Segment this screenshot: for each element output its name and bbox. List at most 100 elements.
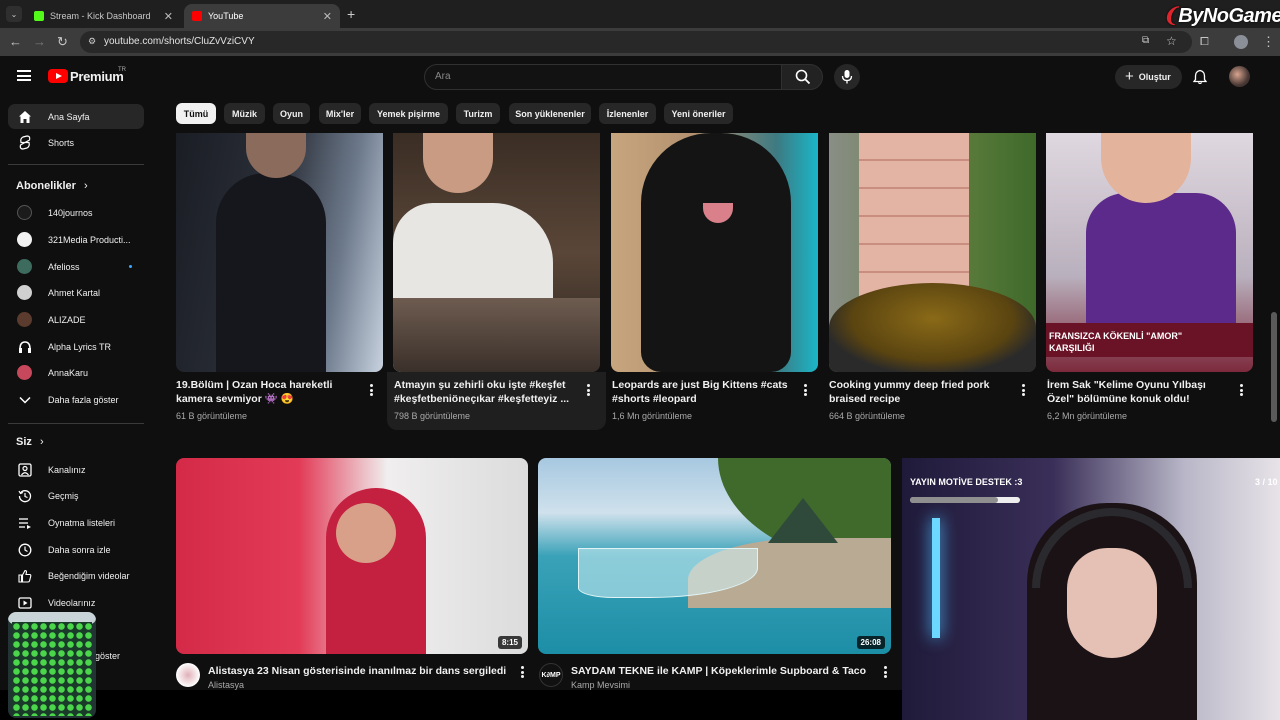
profile-icon[interactable] (1234, 35, 1248, 49)
video-menu-icon[interactable] (884, 666, 887, 678)
jar-decoration (8, 612, 96, 718)
sidebar-sub-alpha-lyrics[interactable]: Alpha Lyrics TR (8, 334, 144, 359)
chip-gaming[interactable]: Oyun (273, 103, 310, 124)
short-menu-icon[interactable] (587, 384, 590, 396)
chevron-right-icon: › (83, 180, 88, 192)
video-menu-icon[interactable] (521, 666, 524, 678)
chip-cooking[interactable]: Yemek pişirme (369, 103, 448, 124)
search-placeholder: Ara (435, 71, 451, 82)
sidebar-sub-140journos[interactable]: 140journos (8, 200, 144, 225)
headphones-avatar-icon (17, 339, 32, 354)
sidebar-sub-alizade[interactable]: ALIZADE (8, 307, 144, 332)
brand-watermark: ❨ByNoGame (1162, 3, 1280, 28)
sidebar-item-label: Videolarınız (48, 597, 96, 608)
sidebar-sub-afelioss[interactable]: Afelioss (8, 254, 144, 279)
video-channel[interactable]: Kamp Mevsimi (571, 680, 630, 690)
person-face (246, 133, 306, 178)
short-title[interactable]: İrem Sak "Kelime Oyunu Yılbaşı Özel" böl… (1047, 378, 1232, 406)
led-light (932, 518, 940, 638)
bookmark-star-icon[interactable]: ☆ (1166, 34, 1177, 48)
video-thumbnail-1[interactable]: 8:15 (176, 458, 528, 654)
chip-watched[interactable]: İzlenenler (599, 103, 656, 124)
logo-text[interactable]: Premium (70, 69, 124, 84)
sidebar-item-history[interactable]: Geçmiş (8, 483, 144, 508)
sidebar-item-watch-later[interactable]: Daha sonra izle (8, 537, 144, 562)
install-app-icon[interactable]: ⧉ (1142, 35, 1149, 46)
sidebar-item-label: AnnaKaru (48, 367, 89, 378)
create-button[interactable]: + Oluştur (1115, 65, 1182, 89)
sidebar-item-label-partial[interactable]: göster (95, 651, 120, 661)
video-title[interactable]: SAYDAM TEKNE ile KAMP | Köpeklerimle Sup… (571, 664, 871, 678)
chip-recently-uploaded[interactable]: Son yüklenenler (509, 103, 591, 124)
url-text: youtube.com/shorts/CluZvVziCVY (104, 36, 255, 47)
video-thumbnail-2[interactable]: 26:08 (538, 458, 891, 654)
search-input[interactable]: Ara (424, 64, 782, 90)
channel-avatar (17, 312, 32, 327)
short-menu-icon[interactable] (1022, 384, 1025, 396)
chip-new-recommendations[interactable]: Yeni öneriler (664, 103, 733, 124)
sidebar-item-playlists[interactable]: Oynatma listeleri (8, 510, 144, 535)
sidebar-item-label: Ana Sayfa (48, 111, 90, 122)
channel-avatar[interactable]: K∂MP (539, 663, 563, 687)
notifications-bell-icon[interactable] (1193, 69, 1207, 85)
you-heading[interactable]: Siz › (16, 436, 44, 448)
subscriptions-heading[interactable]: Abonelikler › (16, 180, 88, 192)
tab-title: Stream - Kick Dashboard (50, 11, 151, 21)
voice-search-button[interactable] (834, 64, 860, 90)
video-title[interactable]: Alistasya 23 Nisan gösterisinde inanılma… (208, 664, 508, 678)
video-channel[interactable]: Alistasya (208, 680, 244, 690)
short-menu-icon[interactable] (1240, 384, 1243, 396)
goal-counter: 3 / 10 (1255, 477, 1278, 487)
youtube-logo-icon[interactable] (48, 69, 68, 83)
channel-avatar (17, 285, 32, 300)
person-dress (1086, 193, 1236, 343)
chip-music[interactable]: Müzik (224, 103, 265, 124)
sidebar-sub-annakaru[interactable]: AnnaKaru (8, 360, 144, 385)
address-bar[interactable]: ⚙ youtube.com/shorts/CluZvVziCVY ⧉ ☆ (80, 31, 1192, 53)
history-icon (17, 488, 32, 503)
sidebar-sub-321media[interactable]: 321Media Producti... (8, 227, 144, 252)
dancer-face (336, 503, 396, 563)
sidebar-item-liked-videos[interactable]: Beğendiğim videolar (8, 563, 144, 588)
short-thumbnail-2[interactable] (393, 133, 600, 372)
site-info-icon[interactable]: ⚙ (88, 36, 96, 47)
tab-youtube[interactable]: YouTube ✕ (184, 4, 340, 28)
sidebar-item-shorts[interactable]: Shorts (8, 130, 144, 155)
search-button[interactable] (781, 64, 823, 90)
clock-icon (17, 542, 32, 557)
chip-all[interactable]: Tümü (176, 103, 216, 124)
extensions-icon[interactable]: ⧠ (1200, 35, 1209, 49)
stream-canvas-bottom (0, 690, 902, 720)
short-menu-icon[interactable] (804, 384, 807, 396)
menu-kebab-icon[interactable]: ⋮ (1262, 35, 1275, 49)
sidebar-sub-ahmet-kartal[interactable]: Ahmet Kartal (8, 280, 144, 305)
short-menu-icon[interactable] (370, 384, 373, 396)
short-thumbnail-4[interactable] (829, 133, 1036, 372)
short-thumbnail-3[interactable] (611, 133, 818, 372)
short-title[interactable]: Leopards are just Big Kittens #cats #sho… (612, 378, 792, 406)
new-tab-button[interactable]: + (347, 6, 355, 22)
back-icon[interactable]: ← (9, 35, 22, 49)
sidebar-item-your-channel[interactable]: Kanalınız (8, 457, 144, 482)
tab-title: YouTube (208, 11, 244, 21)
forward-icon[interactable]: → (33, 35, 46, 49)
chip-tourism[interactable]: Turizm (456, 103, 500, 124)
short-views: 61 B görüntüleme (176, 411, 248, 421)
tab-kick-dashboard[interactable]: Stream - Kick Dashboard ✕ (26, 4, 181, 28)
sidebar-item-home[interactable]: Ana Sayfa (8, 104, 144, 129)
account-avatar[interactable] (1229, 66, 1250, 87)
channel-avatar[interactable] (176, 663, 200, 687)
chip-mixes[interactable]: Mix'ler (319, 103, 361, 124)
close-tab-icon[interactable]: ✕ (164, 10, 173, 23)
short-title[interactable]: Atmayın şu zehirli oku işte #keşfet #keş… (394, 378, 574, 406)
reload-icon[interactable]: ↻ (57, 35, 68, 49)
short-title[interactable]: 19.Bölüm | Ozan Hoca hareketli kamera se… (176, 378, 356, 406)
tab-search-dropdown[interactable]: ⌄ (6, 6, 22, 22)
page-scrollbar[interactable] (1271, 312, 1277, 422)
short-thumbnail-5[interactable]: FRANSIZCA KÖKENLİ "AMOR" KARŞILIĞI (1046, 133, 1253, 372)
close-tab-icon[interactable]: ✕ (323, 10, 332, 23)
short-title[interactable]: Cooking yummy deep fried pork braised re… (829, 378, 1009, 406)
hamburger-menu-icon[interactable] (17, 70, 31, 81)
short-thumbnail-1[interactable] (176, 133, 383, 372)
sidebar-show-more[interactable]: Daha fazla göster (8, 387, 144, 412)
